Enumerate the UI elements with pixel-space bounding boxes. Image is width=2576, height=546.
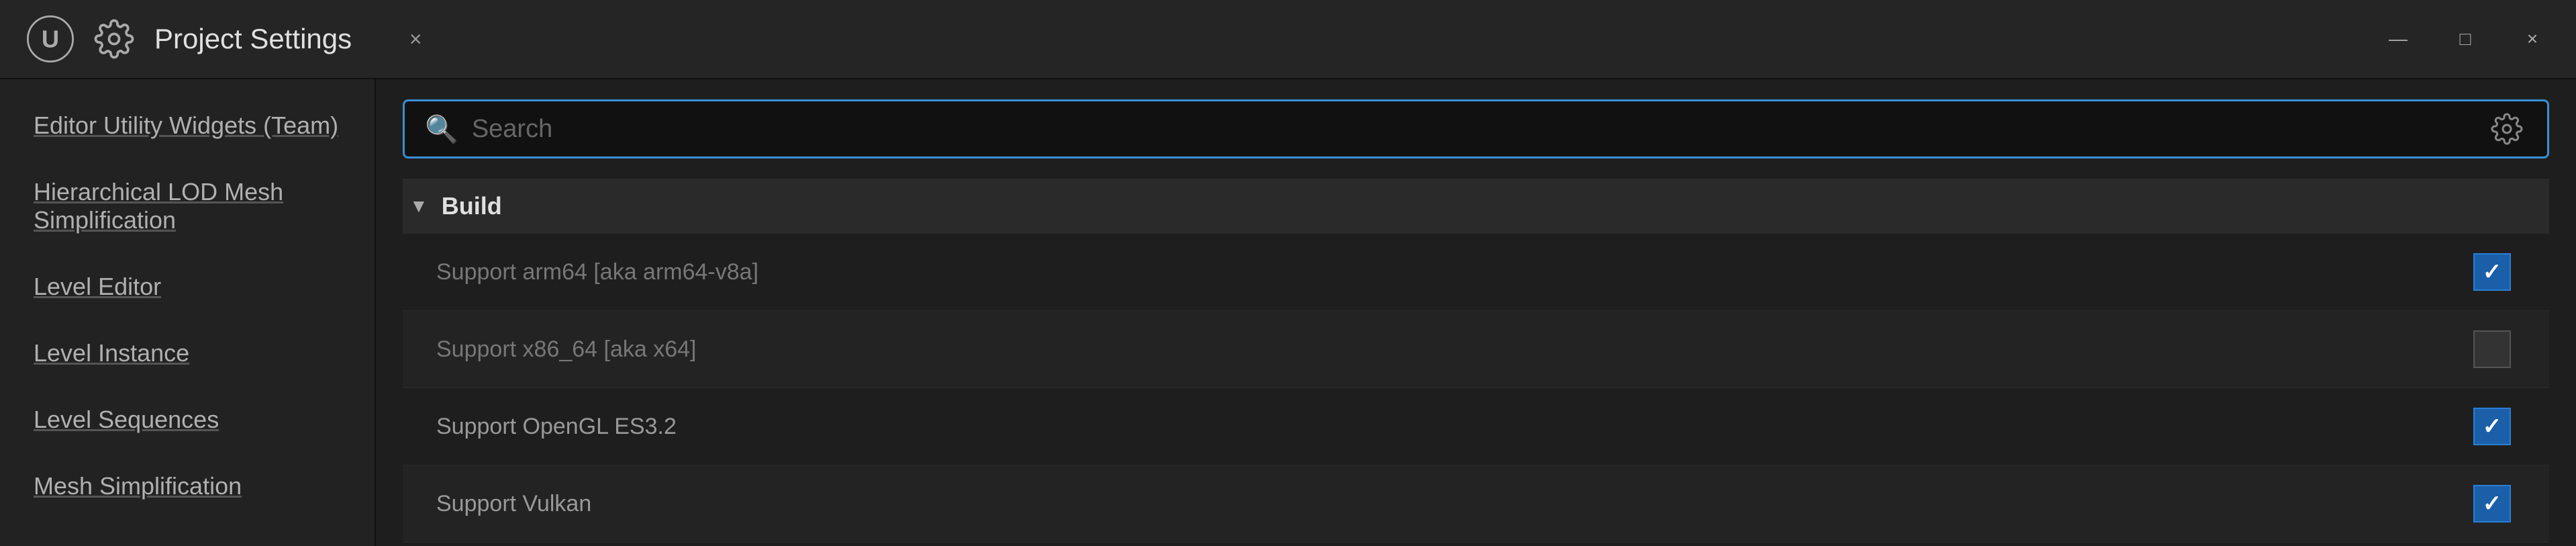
section-chevron-icon: ▼ <box>409 195 428 217</box>
title-bar-controls: — □ × <box>2381 22 2549 56</box>
setting-row-opengl: Support OpenGL ES3.2 ✓ <box>403 388 2549 465</box>
checkbox-opengl[interactable]: ✓ <box>2469 403 2516 450</box>
checkbox-vulkan[interactable]: ✓ <box>2469 480 2516 527</box>
build-section-header: ▼ Build <box>403 179 2549 234</box>
section-title: Build <box>442 192 502 220</box>
settings-gear-icon <box>94 19 134 59</box>
checkbox-checked-icon: ✓ <box>2473 253 2511 291</box>
sidebar-item-editor-utility-widgets[interactable]: Editor Utility Widgets (Team) <box>0 93 375 159</box>
title-bar: U Project Settings × — □ × <box>0 0 2576 79</box>
sidebar-item-hierarchical-lod[interactable]: Hierarchical LOD Mesh Simplification <box>0 159 375 254</box>
setting-row-vulkan: Support Vulkan ✓ <box>403 465 2549 543</box>
settings-content: ▼ Build Support arm64 [aka arm64-v8a] ✓ … <box>376 179 2576 546</box>
title-bar-left: U Project Settings × <box>27 15 432 62</box>
minimize-button[interactable]: — <box>2381 22 2415 56</box>
search-container: 🔍 <box>376 79 2576 179</box>
checkbox-checked-opengl-icon: ✓ <box>2473 408 2511 445</box>
setting-label-opengl: Support OpenGL ES3.2 <box>423 414 2469 440</box>
search-settings-icon[interactable] <box>2487 109 2527 149</box>
sidebar-item-level-editor[interactable]: Level Editor <box>0 254 375 320</box>
window-close-button[interactable]: × <box>2516 22 2549 56</box>
main-content: Editor Utility Widgets (Team) Hierarchic… <box>0 79 2576 546</box>
search-icon: 🔍 <box>425 113 458 145</box>
ue-logo-icon: U <box>27 15 74 62</box>
sidebar-item-level-instance[interactable]: Level Instance <box>0 320 375 387</box>
tab-close-button[interactable]: × <box>399 22 432 56</box>
project-settings-window: U Project Settings × — □ × Editor Utilit… <box>0 0 2576 546</box>
window-title: Project Settings <box>154 23 352 55</box>
maximize-button[interactable]: □ <box>2448 22 2482 56</box>
sidebar: Editor Utility Widgets (Team) Hierarchic… <box>0 79 376 546</box>
checkbox-arm64[interactable]: ✓ <box>2469 248 2516 295</box>
checkbox-unchecked-icon <box>2473 330 2511 368</box>
setting-label-vulkan: Support Vulkan <box>423 491 2469 517</box>
checkbox-checked-vulkan-icon: ✓ <box>2473 485 2511 522</box>
svg-text:U: U <box>42 26 59 53</box>
right-panel: 🔍 ▼ Build <box>376 79 2576 546</box>
search-bar: 🔍 <box>403 99 2549 158</box>
search-input[interactable] <box>472 115 2487 144</box>
sidebar-item-level-sequences[interactable]: Level Sequences <box>0 387 375 453</box>
setting-row-arm64: Support arm64 [aka arm64-v8a] ✓ <box>403 234 2549 311</box>
setting-row-x86-64: Support x86_64 [aka x64] <box>403 311 2549 388</box>
setting-label-x86-64: Support x86_64 [aka x64] <box>423 336 2469 363</box>
sidebar-item-mesh-simplification[interactable]: Mesh Simplification <box>0 453 375 520</box>
checkbox-x86-64[interactable] <box>2469 326 2516 373</box>
setting-label-arm64: Support arm64 [aka arm64-v8a] <box>423 259 2469 285</box>
